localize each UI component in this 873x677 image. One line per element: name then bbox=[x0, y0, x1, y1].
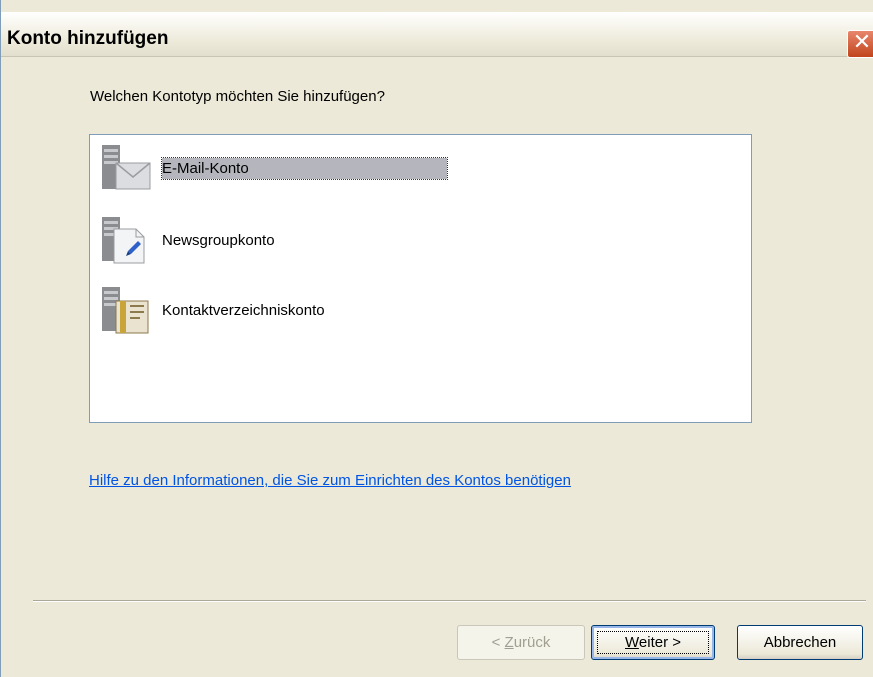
next-button-mnemonic: W bbox=[625, 634, 639, 651]
title-bar: Konto hinzufügen ✕ bbox=[1, 12, 873, 58]
help-link[interactable]: Hilfe zu den Informationen, die Sie zum … bbox=[89, 472, 571, 489]
list-item-directory-account[interactable]: Kontaktverzeichniskonto bbox=[98, 285, 498, 335]
back-button-label: urück bbox=[513, 634, 551, 651]
account-type-list[interactable]: E-Mail-Konto Newsgroupkonto Kontaktverze… bbox=[89, 134, 752, 423]
close-icon: ✕ bbox=[852, 30, 872, 55]
list-item-label: E-Mail-Konto bbox=[161, 157, 448, 180]
add-account-dialog: Konto hinzufügen ✕ Welchen Kontotyp möch… bbox=[0, 0, 873, 677]
account-type-prompt: Welchen Kontotyp möchten Sie hinzufügen? bbox=[90, 88, 385, 105]
next-button[interactable]: Weiter > bbox=[591, 625, 715, 660]
window-title: Konto hinzufügen bbox=[7, 28, 169, 49]
close-button[interactable]: ✕ bbox=[847, 30, 873, 58]
divider bbox=[33, 600, 866, 602]
list-item-label: Newsgroupkonto bbox=[162, 232, 275, 249]
back-button-prefix: < bbox=[491, 634, 505, 651]
newsgroup-account-icon bbox=[102, 217, 145, 264]
next-button-label: eiter > bbox=[638, 634, 681, 651]
list-item-email-account[interactable]: E-Mail-Konto bbox=[98, 143, 498, 193]
back-button[interactable]: < Zurück bbox=[457, 625, 585, 660]
directory-account-icon bbox=[102, 287, 149, 334]
email-account-icon bbox=[102, 145, 151, 190]
back-button-mnemonic: Z bbox=[504, 634, 514, 651]
list-item-newsgroup-account[interactable]: Newsgroupkonto bbox=[98, 215, 498, 265]
list-item-label: Kontaktverzeichniskonto bbox=[162, 302, 325, 319]
next-button-focus: Weiter > bbox=[592, 626, 714, 659]
cancel-button[interactable]: Abbrechen bbox=[737, 625, 863, 660]
